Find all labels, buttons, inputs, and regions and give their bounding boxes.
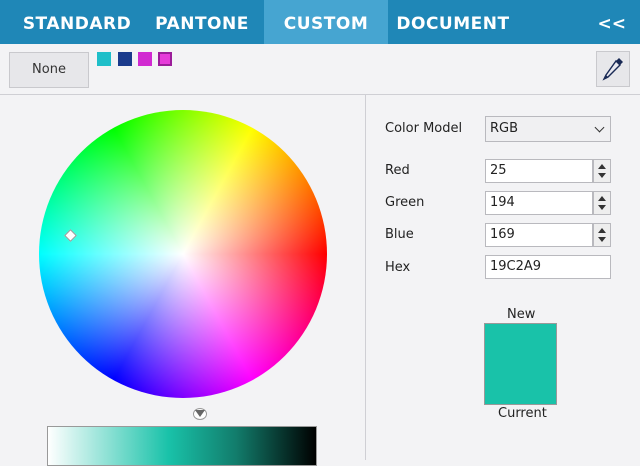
blue-input[interactable]: 169 — [485, 223, 593, 247]
current-color-label: Current — [498, 406, 547, 421]
tab-document[interactable]: DOCUMENT — [390, 0, 516, 44]
recent-swatch-2[interactable] — [118, 52, 132, 66]
recent-swatch-1[interactable] — [97, 52, 111, 66]
green-input[interactable]: 194 — [485, 191, 593, 215]
tab-custom[interactable]: CUSTOM — [264, 0, 388, 44]
color-model-value: RGB — [490, 121, 519, 136]
recent-swatch-3[interactable] — [138, 52, 152, 66]
toolbar — [0, 44, 640, 95]
color-wheel[interactable] — [39, 110, 327, 398]
tab-standard[interactable]: STANDARD — [12, 0, 142, 44]
chevron-down-icon — [594, 122, 605, 133]
red-input[interactable]: 25 — [485, 159, 593, 183]
collapse-button[interactable]: << — [598, 0, 627, 44]
none-button[interactable]: None — [9, 52, 89, 88]
hex-input[interactable]: 19C2A9 — [485, 255, 611, 279]
tab-pantone[interactable]: PANTONE — [146, 0, 258, 44]
red-label: Red — [385, 163, 410, 178]
color-model-select[interactable]: RGB — [485, 116, 611, 142]
red-stepper[interactable] — [593, 159, 611, 183]
brightness-slider-handle-icon[interactable] — [195, 410, 205, 417]
new-color-preview — [484, 323, 557, 405]
new-color-label: New — [507, 307, 536, 322]
green-stepper[interactable] — [593, 191, 611, 215]
eyedropper-button[interactable] — [596, 51, 630, 87]
brightness-gradient-bar[interactable] — [47, 426, 317, 466]
green-label: Green — [385, 195, 425, 210]
hex-label: Hex — [385, 260, 411, 275]
tab-bar: STANDARD PANTONE CUSTOM DOCUMENT << — [0, 0, 640, 44]
blue-stepper[interactable] — [593, 223, 611, 247]
color-model-label: Color Model — [385, 121, 463, 136]
eyedropper-icon — [602, 58, 623, 81]
panel-divider — [365, 95, 366, 460]
recent-swatch-4[interactable] — [158, 52, 172, 66]
blue-label: Blue — [385, 227, 414, 242]
